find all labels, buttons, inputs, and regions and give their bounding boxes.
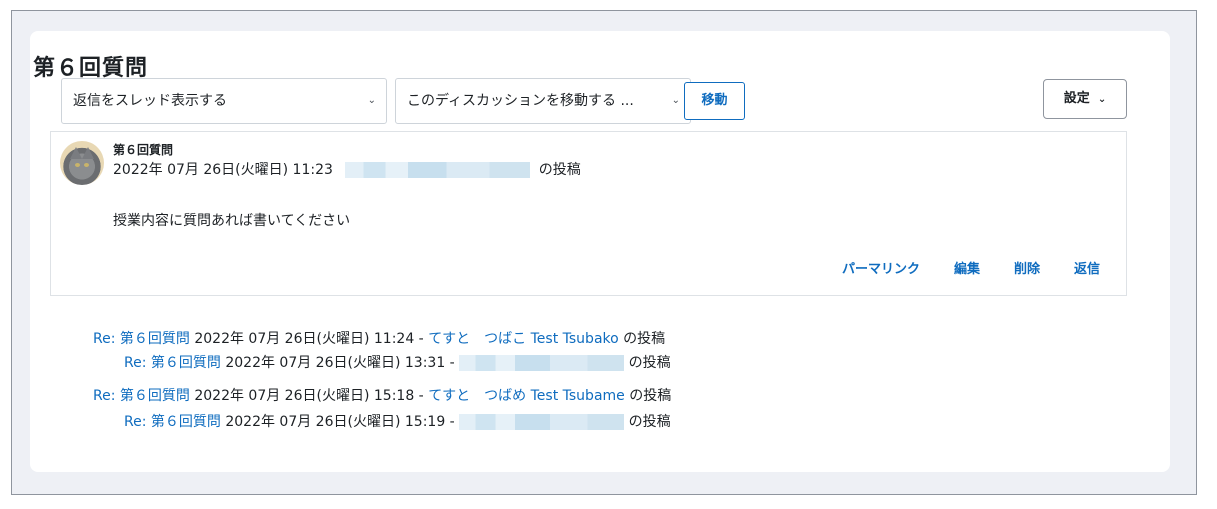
forum-post: 第６回質問 2022年 07月 26日(火曜日) 11:23 の投稿 授業内容に… bbox=[50, 131, 1127, 296]
reply-date: 2022年 07月 26日(火曜日) 15:19 - bbox=[225, 414, 455, 430]
reply-date: 2022年 07月 26日(火曜日) 13:31 - bbox=[225, 355, 455, 371]
reply-suffix: の投稿 bbox=[628, 414, 671, 430]
reply-subject-link[interactable]: Re: 第６回質問 bbox=[93, 331, 190, 347]
reply-author-link[interactable]: てすと つばこ Test Tsubako bbox=[428, 331, 619, 347]
cat-eye bbox=[84, 163, 89, 167]
reply-date: 2022年 07月 26日(火曜日) 15:18 - bbox=[194, 388, 424, 404]
display-mode-value: 返信をスレッド表示する bbox=[73, 93, 227, 109]
post-subject: 第６回質問 bbox=[113, 143, 174, 157]
reply-suffix: の投稿 bbox=[629, 388, 672, 404]
user-avatar[interactable] bbox=[60, 141, 104, 185]
post-suffix: の投稿 bbox=[538, 162, 581, 178]
move-button-label: 移動 bbox=[701, 93, 728, 108]
move-discussion-value: このディスカッションを移動する ... bbox=[407, 93, 634, 109]
reply-item: Re: 第６回質問 2022年 07月 26日(火曜日) 15:19 - の投稿 bbox=[124, 411, 671, 431]
post-body: 授業内容に質問あれば書いてください bbox=[113, 213, 351, 229]
cat-ear bbox=[70, 147, 82, 159]
delete-link[interactable]: 削除 bbox=[1014, 262, 1040, 277]
reply-date: 2022年 07月 26日(火曜日) 11:24 - bbox=[194, 331, 424, 347]
redacted-author bbox=[345, 162, 531, 178]
reply-subject-link[interactable]: Re: 第６回質問 bbox=[124, 414, 221, 430]
reply-item: Re: 第６回質問 2022年 07月 26日(火曜日) 15:18 - てすと… bbox=[93, 385, 671, 405]
display-mode-select[interactable]: 返信をスレッド表示する ⌄ bbox=[61, 78, 387, 124]
move-discussion-select[interactable]: このディスカッションを移動する ... ⌄ bbox=[395, 78, 691, 124]
reply-item: Re: 第６回質問 2022年 07月 26日(火曜日) 11:24 - てすと… bbox=[93, 328, 665, 348]
redacted-author bbox=[459, 414, 625, 430]
settings-button-label: 設定 bbox=[1063, 91, 1090, 106]
redacted-author bbox=[459, 355, 625, 371]
move-button[interactable]: 移動 bbox=[684, 82, 745, 120]
reply-link[interactable]: 返信 bbox=[1074, 262, 1100, 277]
post-actions: パーマリンク 編集 削除 返信 bbox=[808, 258, 1100, 277]
cat-eye bbox=[75, 163, 80, 167]
chevron-down-icon: ⌄ bbox=[671, 95, 680, 106]
cat-ear bbox=[82, 147, 94, 159]
chevron-down-icon: ⌄ bbox=[367, 95, 376, 106]
reply-subject-link[interactable]: Re: 第６回質問 bbox=[93, 388, 190, 404]
reply-author-link[interactable]: てすと つばめ Test Tsubame bbox=[428, 388, 625, 404]
post-date: 2022年 07月 26日(火曜日) 11:23 bbox=[113, 162, 333, 178]
reply-subject-link[interactable]: Re: 第６回質問 bbox=[124, 355, 221, 371]
reply-suffix: の投稿 bbox=[628, 355, 671, 371]
reply-suffix: の投稿 bbox=[623, 331, 666, 347]
settings-button[interactable]: 設定 ⌄ bbox=[1043, 79, 1127, 119]
chevron-down-icon: ⌄ bbox=[1097, 94, 1107, 105]
reply-item: Re: 第６回質問 2022年 07月 26日(火曜日) 13:31 - の投稿 bbox=[124, 352, 671, 372]
permalink-link[interactable]: パーマリンク bbox=[842, 262, 920, 277]
post-meta: 2022年 07月 26日(火曜日) 11:23 の投稿 bbox=[113, 159, 581, 179]
edit-link[interactable]: 編集 bbox=[954, 262, 980, 277]
